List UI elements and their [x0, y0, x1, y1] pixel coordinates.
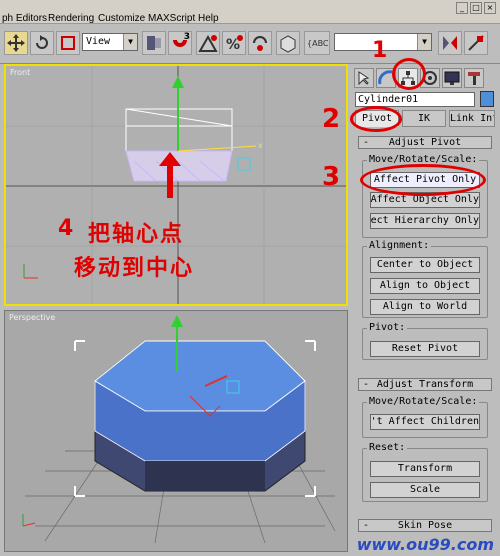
- rollout-skin-pose-title: Skin Pose: [397, 520, 453, 531]
- mirror-button[interactable]: [438, 31, 462, 55]
- group-label-alignment: Alignment:: [367, 240, 432, 251]
- cursor-icon: [358, 71, 370, 86]
- object-name-field[interactable]: Cylinder01: [355, 92, 475, 107]
- box-icon: [280, 35, 296, 53]
- chevron-down-icon: ▼: [417, 34, 431, 50]
- scale-icon: [61, 36, 75, 50]
- align-to-object-button[interactable]: Align to Object: [370, 278, 480, 294]
- spinner-snap-icon: [253, 36, 267, 51]
- annotation-step-4-number: 4: [58, 216, 76, 241]
- mirror-icon: [443, 36, 457, 50]
- angle-snap-icon: [198, 34, 218, 52]
- menu-rendering[interactable]: Rendering: [48, 13, 94, 24]
- align-icon: [468, 35, 484, 51]
- pivot-center-button[interactable]: [142, 31, 166, 55]
- monitor-icon: [444, 71, 460, 85]
- ref-coord-value: View: [86, 36, 111, 47]
- svg-text:{ABC}: {ABC}: [307, 39, 329, 48]
- rotate-tool-button[interactable]: [30, 31, 54, 55]
- annotation-step-1: 1: [372, 38, 388, 63]
- ref-coord-dropdown[interactable]: View ▼: [82, 33, 138, 51]
- tab-create[interactable]: [354, 68, 374, 88]
- align-button[interactable]: [464, 31, 488, 55]
- menu-bar: ph Editors Rendering Customize MAXScript…: [0, 0, 500, 24]
- minimize-button[interactable]: _: [456, 2, 468, 14]
- rollout-adjust-transform[interactable]: - Adjust Transform: [358, 378, 492, 391]
- tab-link-info[interactable]: Link Inf: [449, 110, 495, 127]
- spinner-snap-button[interactable]: [248, 31, 272, 55]
- annotation-step-4-line1: 把轴心点: [88, 222, 185, 247]
- perspective-viewport-scene: [22, 315, 336, 544]
- chevron-down-icon: ▼: [123, 34, 137, 50]
- annotation-arrow-up-icon: [159, 152, 181, 198]
- rollout-adjust-pivot[interactable]: - Adjust Pivot: [358, 136, 492, 149]
- annotation-oval-pivot-tab: [350, 106, 402, 132]
- move-icon: [7, 34, 25, 52]
- snap-value: 3: [183, 32, 190, 42]
- affect-hierarchy-only-button[interactable]: Affect Hierarchy Only: [370, 213, 480, 229]
- move-tool-button[interactable]: [4, 31, 28, 55]
- rollout-skin-pose[interactable]: - Skin Pose: [358, 519, 492, 532]
- tab-ik[interactable]: IK: [402, 110, 446, 127]
- reset-transform-button[interactable]: Transform: [370, 461, 480, 477]
- group-label-pivot: Pivot:: [367, 322, 408, 333]
- menu-customize[interactable]: Customize: [98, 13, 145, 24]
- abc-icon: {ABC}: [307, 39, 334, 48]
- reset-scale-button[interactable]: Scale: [370, 482, 480, 498]
- rollout-adjust-pivot-title: Adjust Pivot: [388, 137, 462, 148]
- annotation-step-4-line2: 移动到中心: [74, 256, 195, 281]
- percent-snap-button[interactable]: %: [222, 31, 246, 55]
- group-label-transform-move: Move/Rotate/Scale:: [367, 396, 480, 407]
- menu-help[interactable]: Help: [198, 13, 219, 24]
- collapse-icon: -: [363, 137, 370, 148]
- close-button[interactable]: ×: [484, 2, 496, 14]
- tab-display[interactable]: [442, 68, 462, 88]
- reset-pivot-button[interactable]: Reset Pivot: [370, 341, 480, 357]
- main-toolbar: View ▼ 3 % {ABC} ▼: [0, 24, 500, 64]
- tab-utilities[interactable]: [464, 68, 484, 88]
- menu-maxscript[interactable]: MAXScript: [148, 13, 195, 24]
- menu-graph-editors[interactable]: ph Editors: [2, 13, 47, 24]
- rotate-icon: [36, 35, 48, 49]
- pivot-center-icon: [147, 36, 161, 50]
- maximize-button[interactable]: □: [470, 2, 482, 14]
- perspective-viewport[interactable]: Perspective: [4, 310, 348, 552]
- angle-snap-button[interactable]: [196, 31, 220, 55]
- group-label-reset: Reset:: [367, 442, 408, 453]
- collapse-icon: -: [363, 379, 370, 390]
- scale-tool-button[interactable]: [56, 31, 80, 55]
- align-to-world-button[interactable]: Align to World: [370, 299, 480, 315]
- svg-text:x: x: [258, 141, 263, 150]
- percent-snap-icon: %: [226, 35, 243, 53]
- annotation-oval-affect-pivot-only: [360, 164, 486, 196]
- snap-toggle-button[interactable]: 3: [168, 31, 192, 55]
- center-to-object-button[interactable]: Center to Object: [370, 257, 480, 273]
- command-panel: Cylinder01 Pivot IK Link Inf - Adjust Pi…: [350, 64, 500, 556]
- collapse-icon: -: [363, 520, 370, 531]
- rollout-adjust-transform-title: Adjust Transform: [376, 379, 474, 390]
- annotation-step-2: 2: [322, 104, 341, 134]
- edit-named-selection-button[interactable]: [276, 31, 300, 55]
- annotation-oval-hierarchy-tab: [392, 58, 426, 90]
- named-selection-sets-button[interactable]: {ABC}: [304, 31, 334, 55]
- watermark: www.ou99.com: [356, 535, 494, 554]
- object-color-swatch[interactable]: [480, 91, 494, 107]
- annotation-step-3: 3: [322, 162, 341, 192]
- dont-affect-children-button[interactable]: Don't Affect Children: [370, 414, 480, 430]
- hammer-icon: [468, 72, 480, 85]
